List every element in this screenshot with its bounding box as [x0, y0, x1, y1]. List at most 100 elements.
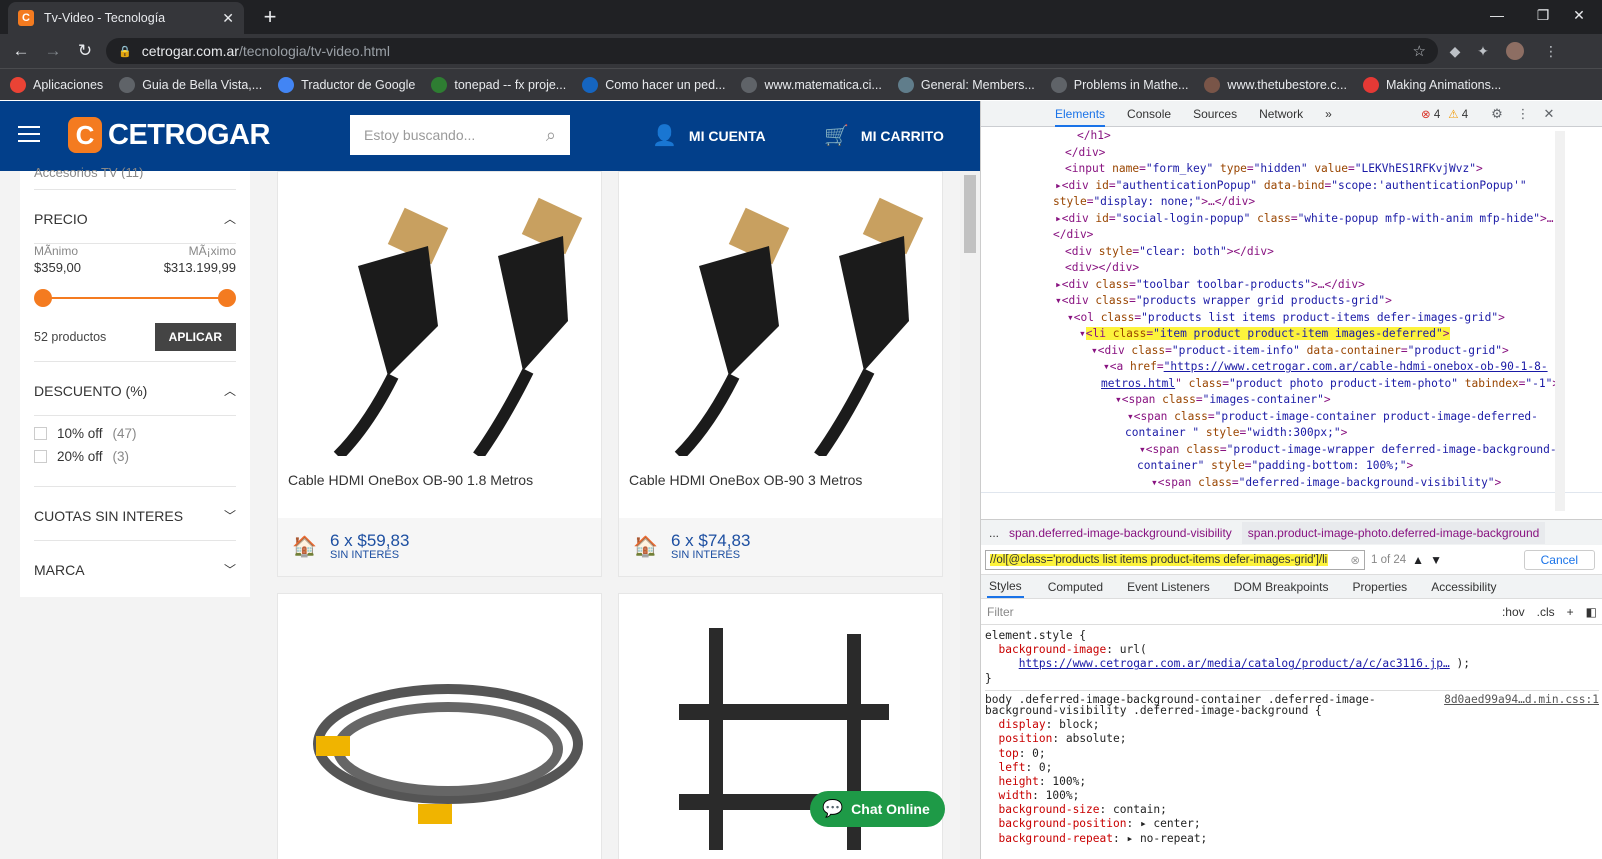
bookmark-item[interactable]: tonepad -- fx proje...: [431, 76, 566, 93]
product-name[interactable]: Cable HDMI OneBox OB-90 1.8 Metros: [288, 472, 533, 488]
sidebar-toggle-icon[interactable]: ◧: [1586, 605, 1597, 619]
filter-truncated-item[interactable]: Accesorios TV (11): [34, 165, 236, 179]
product-name[interactable]: Cable HDMI OneBox OB-90 3 Metros: [629, 472, 862, 488]
reload-icon[interactable]: ↻: [72, 38, 98, 64]
site-search-input[interactable]: Estoy buscando... ⌕: [350, 115, 570, 155]
devtools-tab[interactable]: »: [1325, 107, 1332, 121]
my-cart-label: MI CARRITO: [860, 127, 944, 144]
bookmark-label: Aplicaciones: [33, 77, 104, 92]
devtools-issues[interactable]: ⊗ 4 ⚠ 4: [1421, 107, 1468, 121]
installments-box: 🏠 6 x $74,83 SIN INTERÉS: [619, 518, 942, 576]
address-bar[interactable]: 🔒 cetrogar.com.ar/tecnologia/tv-video.ht…: [106, 38, 1438, 64]
price-max-handle[interactable]: [218, 289, 236, 307]
settings-gear-icon[interactable]: ⚙: [1489, 106, 1505, 122]
close-window-icon[interactable]: ✕: [1556, 0, 1602, 30]
styles-filter-input[interactable]: Filter: [987, 605, 1014, 619]
hover-state-toggle[interactable]: :hov: [1502, 605, 1525, 619]
installments-box: 🏠 6 x $59,83 SIN INTERÉS: [278, 518, 601, 576]
bookmark-item[interactable]: Como hacer un ped...: [582, 76, 725, 93]
chat-online-button[interactable]: 💬 Chat Online: [810, 791, 945, 827]
user-icon: 👤: [652, 125, 677, 147]
hamburger-menu-icon[interactable]: [18, 126, 40, 144]
website-viewport: C CETROGAR Estoy buscando... ⌕ 👤 MI CUEN…: [0, 101, 980, 859]
price-range-track: [42, 297, 228, 299]
devtools-menu-icon[interactable]: ⋮: [1515, 106, 1531, 122]
search-icon[interactable]: ⌕: [546, 125, 556, 146]
discount-option[interactable]: 10% off (47): [34, 426, 236, 441]
apply-button[interactable]: APLICAR: [154, 323, 236, 351]
browser-toolbar: ← → ↻ 🔒 cetrogar.com.ar/tecnologia/tv-vi…: [0, 34, 1602, 68]
discount-filter-header[interactable]: DESCUENTO (%) ︿: [34, 361, 236, 416]
elements-dom-tree[interactable]: </h1> </div> <input name="form_key" type…: [981, 127, 1602, 493]
cancel-search-button[interactable]: Cancel: [1523, 549, 1595, 570]
back-icon[interactable]: ←: [8, 38, 34, 64]
chevron-down-icon: ﹀: [223, 563, 236, 577]
browser-tab[interactable]: C Tv-Video - Tecnología ✕: [8, 2, 244, 34]
clear-search-icon[interactable]: ⊗: [1350, 553, 1360, 567]
product-card[interactable]: Cable HDMI OneBox OB-90 1.8 Metros 🏠 6 x…: [277, 171, 602, 577]
browser-menu-icon[interactable]: ⋮: [1542, 42, 1560, 60]
extensions-puzzle-icon[interactable]: ✦: [1474, 42, 1492, 60]
page-scrollbar-thumb[interactable]: [964, 175, 976, 253]
discount-option[interactable]: 20% off (3): [34, 449, 236, 464]
product-card[interactable]: Cable HDMI OneBox OB-90 3 Metros 🏠 6 x $…: [618, 171, 943, 577]
devtools-close-icon[interactable]: ✕: [1541, 106, 1557, 122]
styles-subtab[interactable]: Event Listeners: [1127, 580, 1210, 594]
my-cart-link[interactable]: 🛒 MI CARRITO: [824, 123, 944, 148]
forward-icon[interactable]: →: [40, 38, 66, 64]
styles-subtab[interactable]: Properties: [1352, 580, 1407, 594]
cuotas-filter-header[interactable]: CUOTAS SIN INTERES ﹀: [34, 487, 236, 541]
profile-avatar[interactable]: [1506, 42, 1524, 60]
new-rule-button[interactable]: +: [1567, 605, 1574, 619]
bookmark-star-icon[interactable]: ☆: [1413, 42, 1426, 60]
bookmark-item[interactable]: www.thetubestore.c...: [1204, 76, 1347, 93]
breadcrumb-item[interactable]: span.product-image-photo.deferred-image-…: [1241, 521, 1546, 544]
price-filter-header[interactable]: PRECIO ︿: [34, 189, 236, 244]
checkbox[interactable]: [34, 427, 47, 440]
extension-icon[interactable]: ◆: [1446, 42, 1464, 60]
minimize-icon[interactable]: —: [1474, 0, 1520, 30]
discount-label: 20% off: [57, 449, 103, 464]
marca-filter-header[interactable]: MARCA ﹀: [34, 541, 236, 594]
css-source-link[interactable]: 8d0aed99a94…d.min.css:1: [1444, 693, 1599, 706]
styles-subtab[interactable]: Computed: [1048, 580, 1103, 594]
breadcrumb-item[interactable]: span.deferred-image-background-visibilit…: [1009, 526, 1232, 540]
new-tab-button[interactable]: +: [256, 4, 284, 32]
styles-subtab[interactable]: DOM Breakpoints: [1234, 580, 1329, 594]
hdmi-cable-image: [333, 197, 583, 456]
devtools-tab[interactable]: Network: [1259, 107, 1303, 121]
chat-icon: 💬: [822, 799, 844, 818]
devtools-tab[interactable]: Console: [1127, 107, 1171, 121]
max-label: MÃ¡ximo: [188, 244, 236, 258]
price-range-slider[interactable]: [34, 283, 236, 313]
bookmark-item[interactable]: Aplicaciones: [10, 76, 104, 93]
browser-tabstrip: C Tv-Video - Tecnología ✕ + — ❐ ✕: [0, 0, 1602, 34]
bookmarks-bar: Aplicaciones Guia de Bella Vista,... Tradu…: [0, 68, 1602, 100]
devtools-tab[interactable]: Elements: [1055, 101, 1106, 127]
dom-search-input[interactable]: //ol[@class='products list items product…: [985, 549, 1365, 570]
chevron-up-icon: ︿: [223, 212, 236, 226]
discount-options: 10% off (47) 20% off (3): [34, 416, 236, 487]
search-prev-icon[interactable]: ▲: [1412, 553, 1424, 567]
bookmark-item[interactable]: General: Members...: [897, 76, 1035, 93]
devtools-tab[interactable]: Sources: [1193, 107, 1237, 121]
bookmark-item[interactable]: Making Animations...: [1362, 76, 1501, 93]
my-account-link[interactable]: 👤 MI CUENTA: [652, 123, 766, 148]
site-logo[interactable]: C CETROGAR: [68, 117, 270, 153]
bookmark-item[interactable]: Guia de Bella Vista,...: [119, 76, 262, 93]
price-min-handle[interactable]: [34, 289, 52, 307]
dom-tree-scrollbar[interactable]: [1555, 131, 1565, 511]
bookmark-item[interactable]: Traductor de Google: [278, 76, 415, 93]
styles-subtab[interactable]: Accessibility: [1431, 580, 1496, 594]
product-card[interactable]: [277, 593, 602, 859]
checkbox[interactable]: [34, 450, 47, 463]
search-next-icon[interactable]: ▼: [1430, 553, 1442, 567]
bookmark-item[interactable]: www.matematica.ci...: [741, 76, 882, 93]
breadcrumb-item[interactable]: ...: [989, 526, 999, 540]
page-scrollbar[interactable]: [960, 171, 980, 859]
class-toggle[interactable]: .cls: [1537, 605, 1555, 619]
styles-rules[interactable]: element.style { background-image: url( h…: [981, 625, 1602, 859]
bookmark-item[interactable]: Problems in Mathe...: [1050, 76, 1188, 93]
tab-close-icon[interactable]: ✕: [222, 10, 234, 27]
styles-subtab[interactable]: Styles: [987, 576, 1024, 598]
